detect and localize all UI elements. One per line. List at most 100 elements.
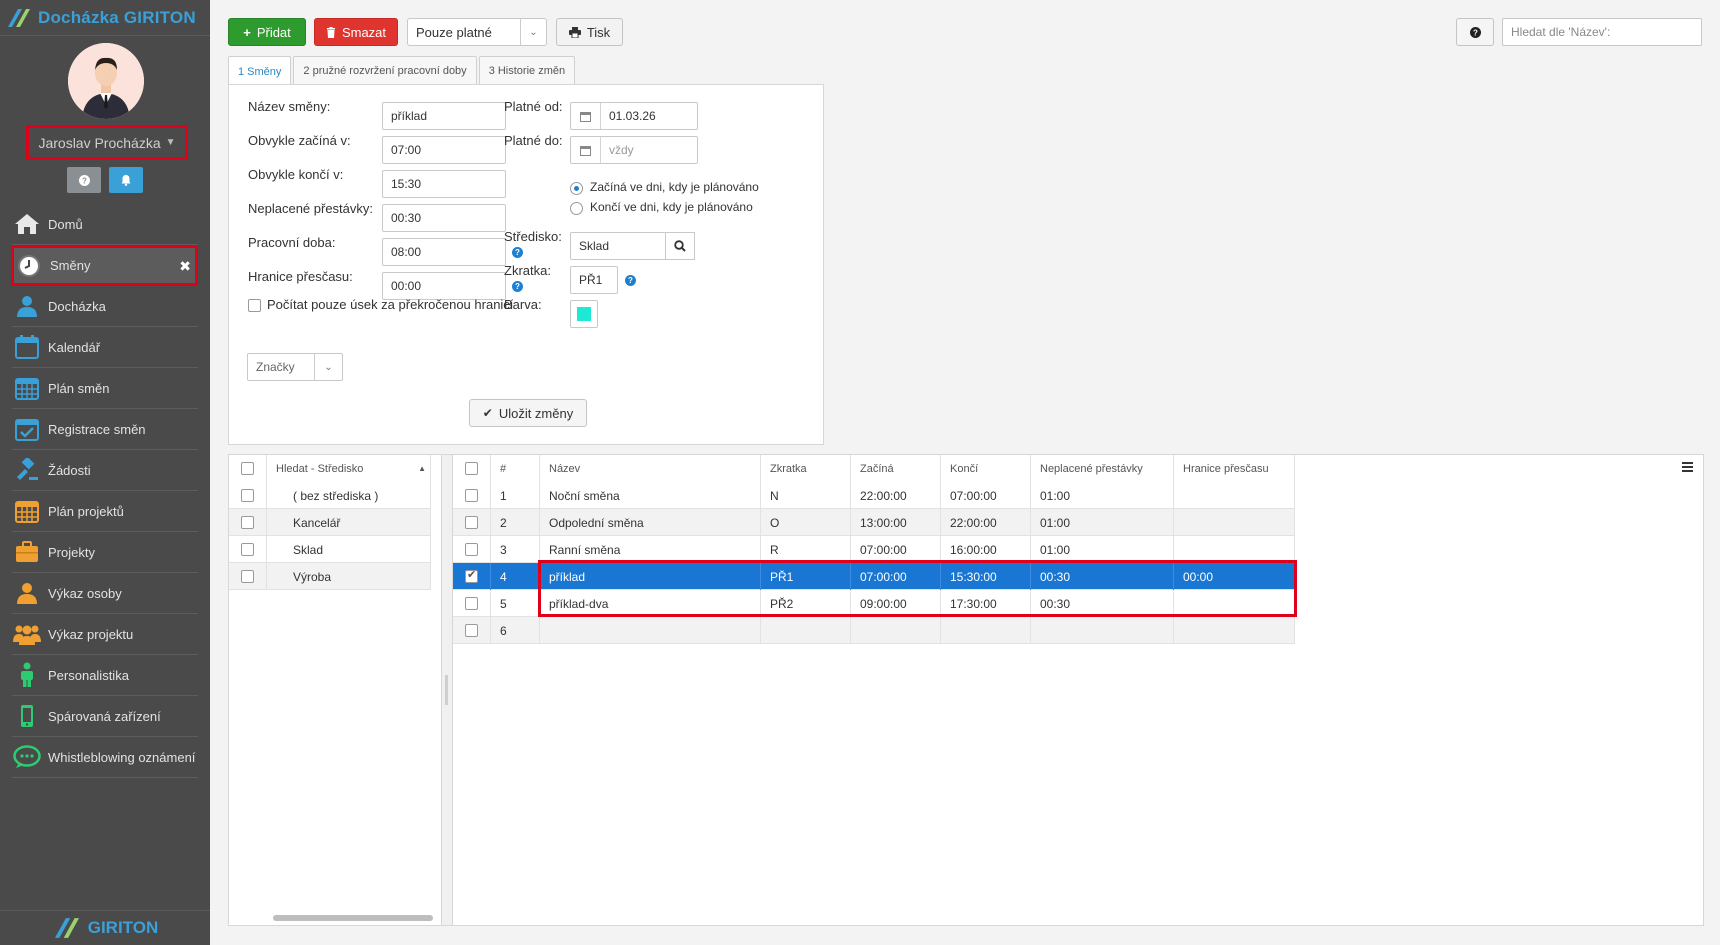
row-checkbox-cell[interactable] — [453, 563, 491, 590]
column-header-number[interactable]: # — [491, 455, 540, 482]
select-all-centers-cell[interactable] — [229, 455, 267, 482]
tab-flexible-schedule[interactable]: 2 pružné rozvržení pracovní doby — [293, 56, 477, 85]
valid-from-input[interactable]: 01.03.26 — [570, 102, 698, 130]
row-checkbox[interactable] — [465, 489, 478, 502]
shift-start[interactable] — [851, 617, 941, 644]
row-checkbox-cell[interactable] — [453, 590, 491, 617]
center-search-button[interactable] — [665, 232, 695, 260]
ends-on-planned-day-radio[interactable] — [570, 202, 583, 215]
splitter-grip[interactable] — [445, 675, 448, 705]
shift-breaks[interactable] — [1031, 617, 1174, 644]
help-button[interactable]: ? — [67, 167, 101, 193]
sidebar-item-project-plan[interactable]: Plán projektů — [12, 491, 198, 532]
user-name-dropdown[interactable]: Jaroslav Procházka ▼ — [26, 125, 188, 160]
row-checkbox[interactable] — [465, 597, 478, 610]
row-checkbox-cell[interactable] — [453, 536, 491, 563]
save-changes-button[interactable]: ✔ Uložit změny — [469, 399, 587, 427]
center-input[interactable]: Sklad — [570, 232, 666, 260]
row-checkbox[interactable] — [465, 624, 478, 637]
workhours-help-icon[interactable]: ? — [512, 247, 523, 258]
print-button[interactable]: Tisk — [556, 18, 623, 46]
row-checkbox-cell[interactable] — [453, 509, 491, 536]
avatar[interactable] — [68, 43, 144, 119]
table-row-new[interactable]: 6 — [453, 617, 1295, 644]
row-checkbox-checked[interactable] — [465, 568, 478, 583]
column-header-end[interactable]: Končí — [941, 455, 1031, 482]
column-header-start[interactable]: Začíná — [851, 455, 941, 482]
table-row-selected[interactable]: 4 příklad PŘ1 07:00:00 15:30:00 00:30 00… — [453, 563, 1295, 590]
shift-abbr[interactable] — [761, 617, 851, 644]
add-button[interactable]: + Přidat — [228, 18, 306, 46]
sidebar-item-home[interactable]: Domů — [12, 204, 198, 245]
row-checkbox[interactable] — [465, 516, 478, 529]
row-checkbox-cell[interactable] — [229, 536, 267, 563]
column-header-name[interactable]: Název — [540, 455, 761, 482]
row-checkbox-cell[interactable] — [453, 482, 491, 509]
workhours-input[interactable]: 08:00 — [382, 238, 506, 266]
select-all-shifts-cell[interactable] — [453, 455, 491, 482]
sidebar-item-person-report[interactable]: Výkaz osoby — [12, 573, 198, 614]
table-row[interactable]: 3 Ranní směna R 07:00:00 16:00:00 01:00 — [453, 536, 1295, 563]
sidebar-item-project-report[interactable]: Výkaz projektu — [12, 614, 198, 655]
table-row[interactable]: 5 příklad-dva PŘ2 09:00:00 17:30:00 00:3… — [453, 590, 1295, 617]
valid-to-input[interactable]: vždy — [570, 136, 698, 164]
page-help-button[interactable]: ? — [1456, 18, 1494, 46]
abbr-input[interactable]: PŘ1 — [570, 266, 618, 294]
tab-shifts[interactable]: 1 Směny — [228, 56, 292, 86]
row-checkbox-cell[interactable] — [229, 482, 267, 509]
row-checkbox-cell[interactable] — [229, 509, 267, 536]
overtime-input[interactable]: 00:00 — [382, 272, 506, 300]
notifications-button[interactable] — [109, 167, 143, 193]
column-header-abbr[interactable]: Zkratka — [761, 455, 851, 482]
sidebar-item-projects[interactable]: Projekty — [12, 532, 198, 573]
sidebar-item-shift-plan[interactable]: Plán směn — [12, 368, 198, 409]
count-only-checkbox[interactable] — [248, 299, 261, 312]
tags-select[interactable]: Značky ⌄ — [247, 353, 343, 381]
row-checkbox[interactable] — [241, 543, 254, 556]
calendar-icon[interactable] — [571, 103, 601, 129]
brand[interactable]: Docházka GIRITON — [0, 0, 210, 36]
shift-name-input[interactable]: příklad — [382, 102, 506, 130]
column-header-breaks[interactable]: Neplacené přestávky — [1031, 455, 1174, 482]
table-row[interactable]: Výroba — [229, 563, 431, 590]
sidebar-item-personnel[interactable]: Personalistika — [12, 655, 198, 696]
color-picker[interactable] — [570, 300, 598, 328]
row-checkbox-cell[interactable] — [453, 617, 491, 644]
horizontal-scrollbar[interactable] — [273, 915, 433, 921]
table-row[interactable]: 1 Noční směna N 22:00:00 07:00:00 01:00 — [453, 482, 1295, 509]
sidebar-item-shift-registration[interactable]: Registrace směn — [12, 409, 198, 450]
sidebar-item-paired-devices[interactable]: Spárovaná zařízení — [12, 696, 198, 737]
starts-on-planned-day-radio[interactable] — [570, 182, 583, 195]
sidebar-item-attendance[interactable]: Docházka — [12, 286, 198, 327]
sidebar-item-whistleblowing[interactable]: Whistleblowing oznámení — [12, 737, 198, 778]
delete-button[interactable]: Smazat — [314, 18, 398, 46]
table-row[interactable]: 2 Odpolední směna O 13:00:00 22:00:00 01… — [453, 509, 1295, 536]
close-icon[interactable]: ✖ — [179, 258, 191, 275]
row-checkbox[interactable] — [241, 570, 254, 583]
shift-end[interactable] — [941, 617, 1031, 644]
tab-change-history[interactable]: 3 Historie změn — [478, 56, 576, 85]
panel-splitter[interactable] — [442, 454, 452, 926]
sidebar-item-calendar[interactable]: Kalendář — [12, 327, 198, 368]
row-checkbox[interactable] — [241, 489, 254, 502]
end-time-input[interactable]: 15:30 — [382, 170, 506, 198]
sidebar-item-shifts[interactable]: Směny ✖ — [11, 245, 198, 286]
table-row[interactable]: Sklad — [229, 536, 431, 563]
centers-search-header[interactable]: Hledat - Středisko ▲ — [267, 455, 431, 482]
abbr-help-icon[interactable]: ? — [625, 275, 636, 286]
grid-menu-icon[interactable] — [1678, 458, 1696, 476]
overtime-help-icon[interactable]: ? — [512, 281, 523, 292]
select-all-checkbox[interactable] — [241, 462, 254, 475]
sort-asc-icon[interactable]: ▲ — [418, 464, 426, 473]
column-header-overtime[interactable]: Hranice přesčasu — [1174, 455, 1295, 482]
table-row[interactable]: Kancelář — [229, 509, 431, 536]
row-checkbox[interactable] — [465, 543, 478, 556]
search-input[interactable] — [1502, 18, 1702, 46]
row-checkbox[interactable] — [241, 516, 254, 529]
start-time-input[interactable]: 07:00 — [382, 136, 506, 164]
select-all-checkbox[interactable] — [465, 462, 478, 475]
row-checkbox-cell[interactable] — [229, 563, 267, 590]
table-row[interactable]: ( bez střediska ) — [229, 482, 431, 509]
sidebar-item-requests[interactable]: Žádosti — [12, 450, 198, 491]
breaks-input[interactable]: 00:30 — [382, 204, 506, 232]
